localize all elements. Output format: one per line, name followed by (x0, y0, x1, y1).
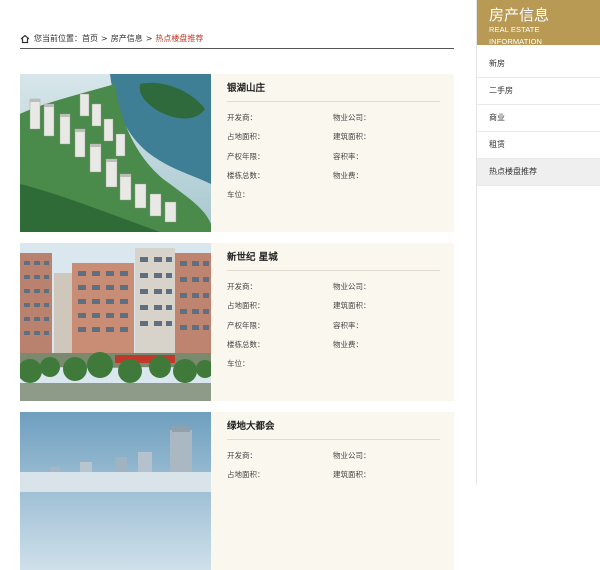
property-fee-label: 物业费： (333, 170, 363, 180)
breadcrumb-prefix: 您当前位置： (34, 34, 82, 43)
plot-ratio-label: 容积率： (333, 151, 363, 161)
listing-photo[interactable] (20, 412, 211, 570)
sidebar-item-rental[interactable]: 租赁 (477, 132, 600, 159)
listing-name[interactable]: 银湖山庄 (227, 76, 440, 102)
property-term-label: 产权年限： (227, 320, 265, 330)
sidebar-item-second-hand[interactable]: 二手房 (477, 78, 600, 105)
listing-photo[interactable] (20, 74, 211, 232)
property-fee-label: 物业费： (333, 339, 363, 349)
sidebar-item-hot-recommendations[interactable]: 热点楼盘推荐 (477, 159, 600, 186)
building-area-label: 建筑面积： (333, 301, 371, 311)
land-area-label: 占地面积： (227, 470, 265, 480)
listing-name[interactable]: 绿地大都会 (227, 414, 440, 440)
plot-ratio-label: 容积率： (333, 320, 363, 330)
breadcrumb-real-estate[interactable]: 房产信息 (111, 31, 143, 47)
building-area-label: 建筑面积： (333, 470, 371, 480)
developer-label: 开发商： (227, 451, 257, 460)
listing-name[interactable]: 新世纪 星城 (227, 245, 440, 271)
property-company-label: 物业公司： (333, 282, 371, 291)
developer-label: 开发商： (227, 113, 257, 122)
developer-label: 开发商： (227, 282, 257, 291)
sidebar: 房产信息 REAL ESTATE INFORMATION 新房 二手房 商业 租… (476, 0, 600, 485)
listing-card[interactable]: 绿地大都会 开发商： 物业公司： 占地面积： 建筑面积： (20, 412, 454, 570)
listing-card[interactable]: 新世纪 星城 开发商： 物业公司： 占地面积： 建筑面积： 产权年限： 容积率：… (20, 243, 454, 401)
total-buildings-label: 楼栋总数： (227, 170, 265, 180)
listing-photo[interactable] (20, 243, 211, 401)
sidebar-item-commercial[interactable]: 商业 (477, 105, 600, 132)
breadcrumb: 您当前位置： 首页 > 房产信息 > 热点楼盘推荐 (20, 30, 454, 49)
sidebar-item-new-homes[interactable]: 新房 (477, 51, 600, 78)
sidebar-header: 房产信息 REAL ESTATE INFORMATION (477, 0, 600, 46)
listing-card[interactable]: 银湖山庄 开发商： 物业公司： 占地面积： 建筑面积： 产权年限： 容积率： 楼… (20, 74, 454, 232)
breadcrumb-separator: > (145, 34, 153, 43)
property-term-label: 产权年限： (227, 151, 265, 161)
land-area-label: 占地面积： (227, 301, 265, 311)
parking-label: 车位： (227, 190, 250, 200)
property-company-label: 物业公司： (333, 451, 371, 460)
building-area-label: 建筑面积： (333, 132, 371, 142)
property-company-label: 物业公司： (333, 113, 371, 122)
breadcrumb-current: 热点楼盘推荐 (155, 34, 204, 43)
breadcrumb-home[interactable]: 首页 (82, 31, 98, 47)
total-buildings-label: 楼栋总数： (227, 339, 265, 349)
home-icon (20, 34, 30, 44)
breadcrumb-separator: > (101, 34, 108, 43)
land-area-label: 占地面积： (227, 132, 265, 142)
parking-label: 车位： (227, 359, 250, 369)
sidebar-title: 房产信息 (489, 6, 550, 24)
